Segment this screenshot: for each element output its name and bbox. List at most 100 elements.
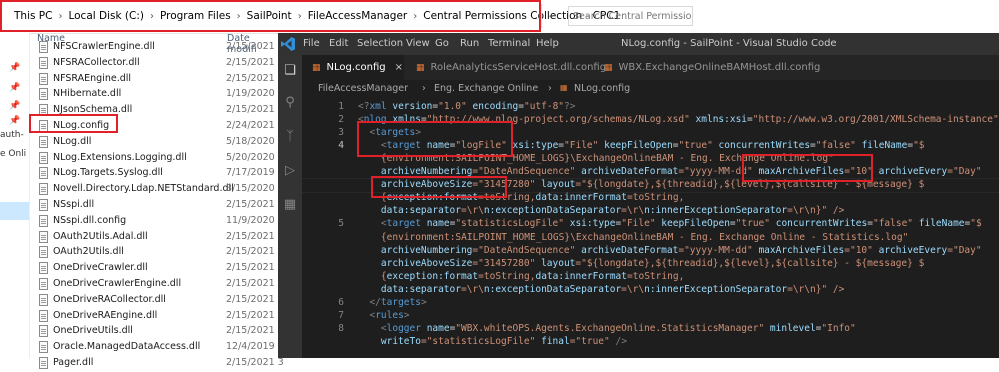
file-row[interactable]: OneDriveUtils.dll 2/15/2021 3 bbox=[29, 323, 284, 340]
file-date: 2/15/2021 3 bbox=[226, 246, 284, 258]
file-row[interactable]: NFSCrawlerEngine.dll 2/15/2021 3 bbox=[29, 39, 284, 56]
file-name: OneDriveRACollector.dll bbox=[53, 293, 166, 305]
line-number: 1 bbox=[338, 101, 344, 112]
file-icon bbox=[39, 41, 48, 53]
file-row[interactable]: OneDriveCrawler.dll 2/15/2021 3 bbox=[29, 260, 284, 277]
file-name: NLog.Extensions.Logging.dll bbox=[53, 151, 187, 163]
close-icon[interactable]: × bbox=[395, 62, 403, 73]
file-icon bbox=[39, 246, 48, 259]
code-line[interactable]: <rules> bbox=[358, 310, 409, 321]
file-icon bbox=[39, 72, 48, 85]
tab-role-analytics-config[interactable]: ▦ RoleAnalyticsServiceHost.dll.config bbox=[406, 55, 606, 80]
file-name: OneDriveCrawlerEngine.dll bbox=[53, 278, 182, 289]
menu-help[interactable]: Help bbox=[536, 38, 559, 49]
file-name: Oracle.ManagedDataAccess.dll bbox=[53, 341, 201, 353]
file-row[interactable]: NSspi.dll.config 11/9/2020 1 bbox=[29, 213, 284, 230]
code-line[interactable]: data:separator=\r\n:exceptionDataSeparat… bbox=[358, 205, 844, 216]
file-date: 2/15/2021 3 bbox=[226, 104, 284, 116]
file-row[interactable]: OneDriveCrawlerEngine.dll 2/15/2021 3 bbox=[29, 276, 284, 293]
menu-go[interactable]: Go bbox=[435, 38, 449, 49]
file-name: NFSRACollector.dll bbox=[53, 56, 140, 68]
code-line[interactable]: {environment:SAILPOINT_HOME_LOGS}\Exchan… bbox=[358, 232, 908, 243]
file-row[interactable]: NLog.Extensions.Logging.dll 5/20/2020 7 bbox=[29, 150, 284, 167]
file-row[interactable]: NSspi.dll 2/15/2021 3 bbox=[29, 197, 284, 214]
nav-item-label[interactable]: auth- bbox=[0, 130, 24, 140]
menu-run[interactable]: Run bbox=[460, 38, 479, 49]
file-date: 2/24/2021 6 bbox=[226, 120, 284, 131]
menu-view[interactable]: View bbox=[406, 38, 430, 49]
file-name: NLog.Targets.Syslog.dll bbox=[53, 167, 163, 179]
file-name: OneDriveUtils.dll bbox=[53, 325, 133, 337]
file-date: 2/15/2021 3 bbox=[226, 199, 284, 210]
file-name: NSspi.dll bbox=[53, 199, 95, 210]
title-bar: File Edit Selection View Go Run Terminal… bbox=[278, 33, 999, 55]
file-row[interactable]: NHibernate.dll 1/19/2020 3 bbox=[29, 86, 284, 103]
code-line[interactable]: </targets> bbox=[358, 297, 426, 308]
code-line[interactable]: writeTo="statisticsLogFile" final="true"… bbox=[358, 336, 627, 347]
code-line[interactable]: {exception:format=toString,data:innerFor… bbox=[358, 271, 684, 282]
menu-file[interactable]: File bbox=[303, 38, 320, 49]
tab-bar: ▦ NLog.config × ▦ RoleAnalyticsServiceHo… bbox=[302, 55, 999, 80]
file-row[interactable]: OneDriveRACollector.dll 2/15/2021 3 bbox=[29, 292, 284, 309]
annotation-box-targets bbox=[357, 121, 513, 157]
file-row[interactable]: OAuth2Utils.dll 2/15/2021 3 bbox=[29, 244, 284, 261]
file-icon bbox=[39, 262, 48, 275]
pin-icon: 📌 bbox=[9, 83, 21, 93]
file-row[interactable]: Oracle.ManagedDataAccess.dll 12/4/2019 5 bbox=[29, 339, 284, 356]
file-name: NSspi.dll.config bbox=[53, 214, 127, 226]
file-date: 1/19/2020 3 bbox=[226, 88, 284, 100]
breadcrumb-item[interactable]: NLog.config bbox=[574, 83, 630, 94]
editor-breadcrumb[interactable]: FileAccessManager › Eng. Exchange Online… bbox=[302, 80, 999, 97]
file-name: Pager.dll bbox=[53, 357, 94, 368]
source-control-icon[interactable]: ᛉ bbox=[282, 129, 298, 145]
file-row[interactable]: OAuth2Utils.Adal.dll 2/15/2021 3 bbox=[29, 229, 284, 246]
search-icon[interactable]: ⚲ bbox=[282, 95, 298, 111]
file-date: 2/15/2021 3 bbox=[226, 293, 284, 305]
file-date: 11/9/2020 1 bbox=[226, 214, 284, 226]
tab-wbx-exchange-config[interactable]: ▦ WBX.ExchangeOnlineBAMHost.dll.config bbox=[594, 55, 820, 80]
nav-selection[interactable] bbox=[0, 202, 29, 220]
vscode-logo-icon bbox=[281, 37, 295, 51]
nav-item-label[interactable]: e Onli bbox=[0, 149, 26, 159]
file-icon bbox=[39, 309, 48, 322]
file-icon bbox=[39, 230, 48, 243]
code-line[interactable]: archiveAboveSize="31457280" layout="${lo… bbox=[358, 258, 924, 269]
code-line[interactable]: <logger name="WBX.whiteOPS.Agents.Exchan… bbox=[358, 323, 856, 334]
search-input[interactable]: Search Central Permissions C... bbox=[568, 6, 693, 26]
file-row[interactable]: NFSRACollector.dll 2/15/2021 3 bbox=[29, 55, 284, 72]
code-line[interactable]: data:separator=\r\n:exceptionDataSeparat… bbox=[358, 284, 844, 295]
file-date: 2/15/2021 3 bbox=[226, 72, 284, 84]
file-date: 2/15/2021 3 bbox=[226, 262, 284, 274]
line-number: 8 bbox=[338, 322, 344, 334]
annotation-box-nlog-config bbox=[29, 114, 118, 133]
line-number: 7 bbox=[338, 309, 344, 321]
code-line[interactable]: <?xml version="1.0" encoding="utf-8"?> bbox=[358, 101, 575, 112]
file-row[interactable]: OneDriveRAEngine.dll 2/15/2021 3 bbox=[29, 308, 284, 325]
file-icon bbox=[39, 325, 48, 338]
menu-selection[interactable]: Selection bbox=[357, 38, 403, 49]
code-line[interactable]: archiveNumbering="DateAndSequence" archi… bbox=[358, 245, 982, 256]
file-row[interactable]: NLog.dll 5/18/2020 8 bbox=[29, 134, 284, 151]
menu-edit[interactable]: Edit bbox=[329, 38, 348, 49]
extensions-icon[interactable]: ▦ bbox=[282, 197, 298, 213]
annotation-box-max-archive-files bbox=[742, 154, 873, 182]
line-number: 6 bbox=[338, 296, 344, 308]
file-icon bbox=[39, 278, 48, 290]
file-icon bbox=[39, 357, 48, 369]
file-date: 5/20/2020 7 bbox=[226, 151, 284, 163]
chevron-down-icon[interactable]: ⌵ bbox=[541, 4, 560, 28]
activity-bar: ❏ ⚲ ᛉ ▷ ▦ bbox=[278, 55, 302, 358]
file-name: OAuth2Utils.Adal.dll bbox=[53, 230, 148, 242]
breadcrumb-item[interactable]: FileAccessManager bbox=[318, 83, 408, 94]
tab-nlog-config[interactable]: ▦ NLog.config × bbox=[302, 55, 404, 80]
file-icon bbox=[39, 88, 48, 101]
files-icon[interactable]: ❏ bbox=[282, 63, 298, 79]
code-line[interactable]: <target name="statisticsLogFile" xsi:typ… bbox=[358, 218, 982, 229]
file-row[interactable]: NFSRAEngine.dll 2/15/2021 3 bbox=[29, 71, 284, 88]
run-debug-icon[interactable]: ▷ bbox=[282, 163, 298, 179]
file-icon bbox=[39, 56, 48, 69]
file-row[interactable]: NLog.Targets.Syslog.dll 7/17/2019 5 bbox=[29, 165, 284, 182]
breadcrumb-item[interactable]: Eng. Exchange Online bbox=[434, 83, 538, 94]
file-row[interactable]: Novell.Directory.Ldap.NETStandard.dll 3/1… bbox=[29, 181, 284, 198]
menu-terminal[interactable]: Terminal bbox=[488, 38, 530, 49]
